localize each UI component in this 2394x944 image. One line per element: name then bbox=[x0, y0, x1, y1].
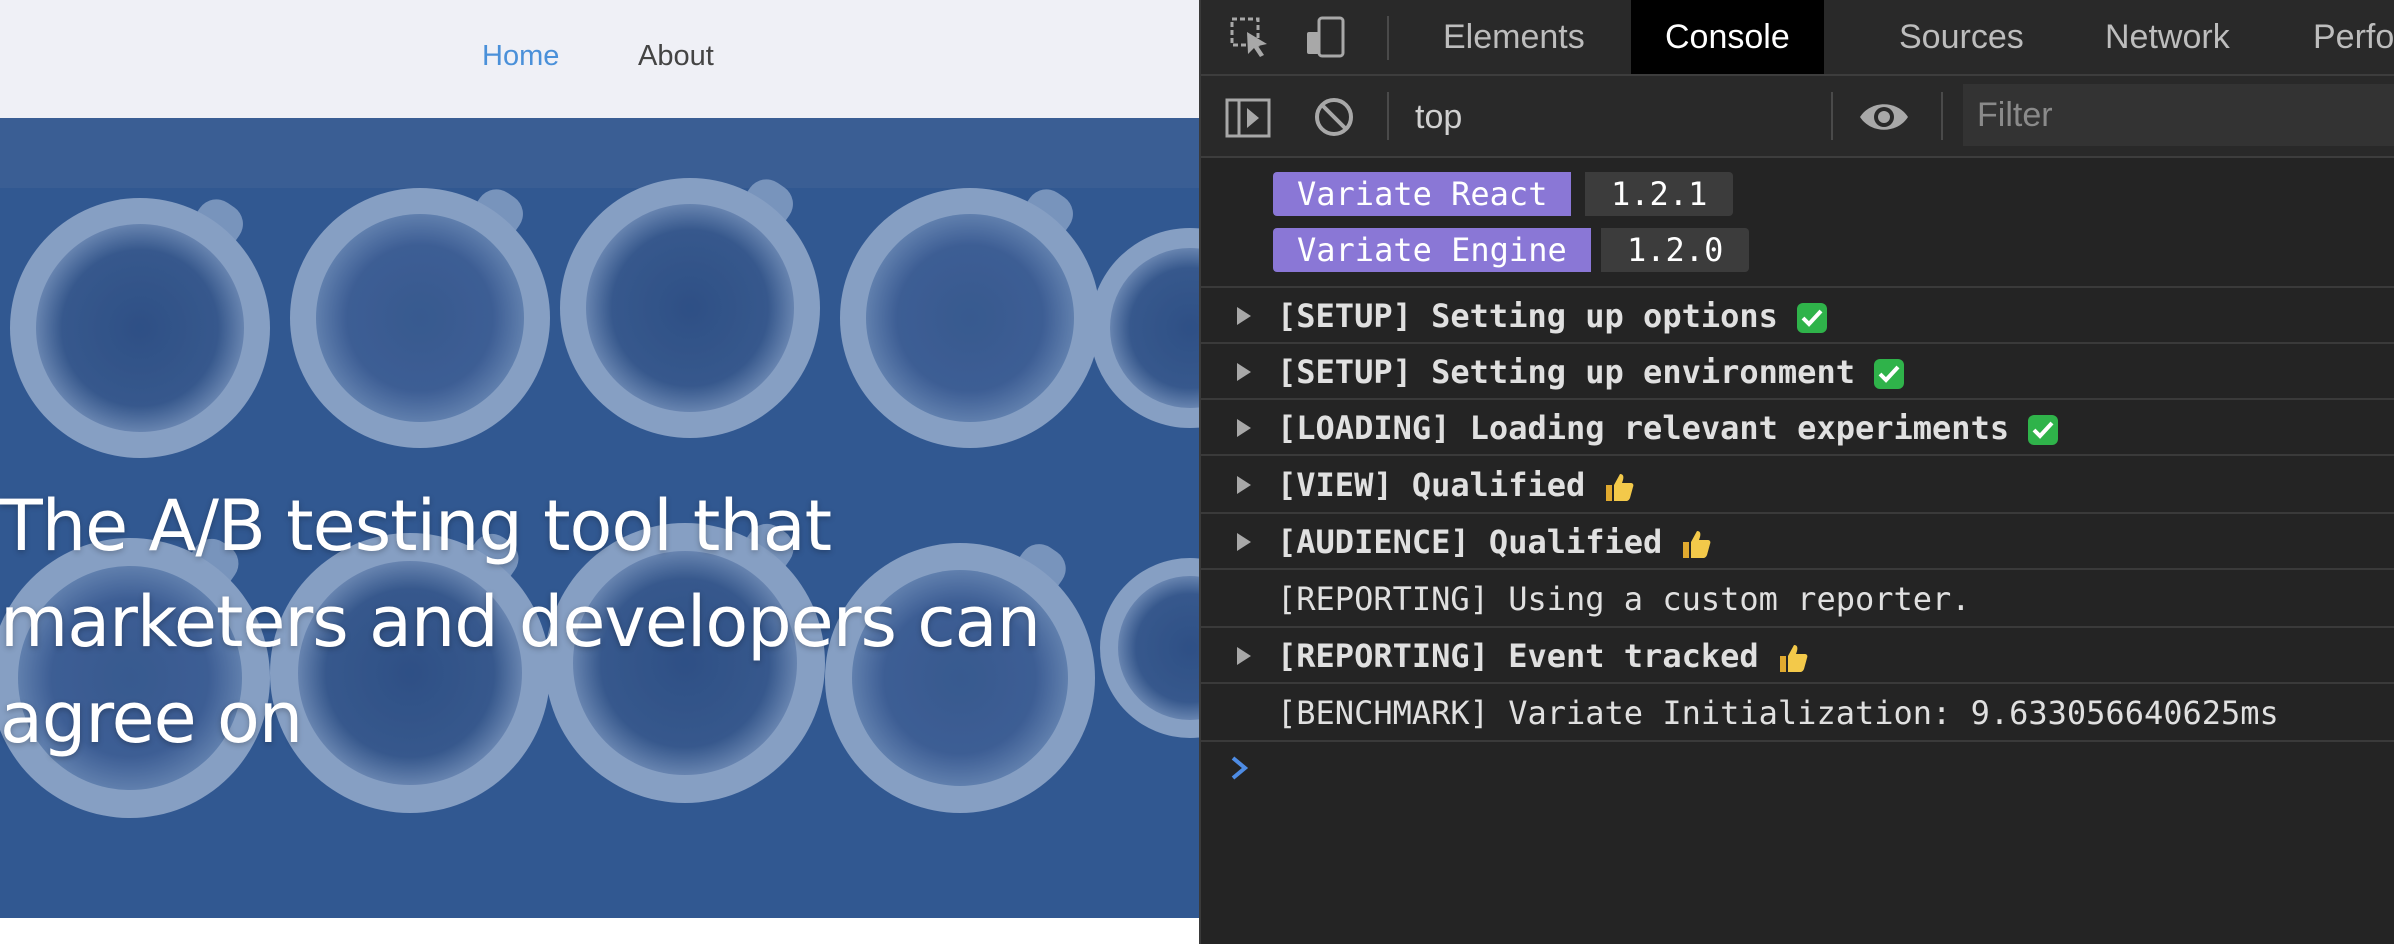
log-message: [SETUP] Setting up options bbox=[1277, 294, 1828, 338]
execution-context-value: top bbox=[1415, 98, 1463, 136]
check-mark-icon bbox=[1796, 303, 1827, 333]
log-message: [LOADING] Loading relevant experiments bbox=[1277, 406, 2059, 450]
website-viewport: Home About The A/B testing tool that mar… bbox=[0, 0, 1199, 944]
hero-heading-line-1: The A/B testing tool that bbox=[0, 485, 832, 567]
devtools-panel: Elements Console Sources Network Perform… bbox=[1199, 0, 2394, 944]
site-nav-bar: Home About bbox=[0, 0, 1199, 118]
console-toolbar: top ▼ bbox=[1201, 76, 2394, 158]
expand-arrow-icon[interactable] bbox=[1237, 533, 1251, 551]
execution-context-select[interactable]: top ▼ bbox=[1403, 86, 2015, 148]
console-filter-input[interactable] bbox=[1963, 84, 2394, 146]
show-console-sidebar-icon[interactable] bbox=[1225, 98, 1271, 138]
tab-elements[interactable]: Elements bbox=[1409, 0, 1619, 74]
log-message: [BENCHMARK] Variate Initialization: 9.63… bbox=[1277, 694, 2279, 732]
check-mark-icon bbox=[2028, 415, 2059, 445]
devtools-tab-bar: Elements Console Sources Network Perform bbox=[1201, 0, 2394, 76]
expand-arrow-icon[interactable] bbox=[1237, 363, 1251, 381]
console-prompt-icon[interactable] bbox=[1227, 752, 1253, 784]
live-expression-eye-icon[interactable] bbox=[1857, 94, 1911, 140]
hero-heading: The A/B testing tool that marketers and … bbox=[0, 478, 1130, 766]
log-message: [VIEW] Qualified bbox=[1277, 463, 1635, 507]
log-row: [REPORTING] Using a custom reporter. bbox=[1201, 570, 2394, 628]
hero-heading-line-3: agree on bbox=[0, 677, 303, 759]
hero-heading-line-2: marketers and developers can bbox=[0, 581, 1041, 663]
expand-arrow-icon[interactable] bbox=[1237, 647, 1251, 665]
tab-console[interactable]: Console bbox=[1631, 0, 1824, 74]
thumbs-up-icon bbox=[1779, 645, 1808, 672]
device-toolbar-icon[interactable] bbox=[1305, 16, 1347, 58]
tab-performance[interactable]: Perform bbox=[2279, 0, 2394, 74]
expand-arrow-icon[interactable] bbox=[1237, 307, 1251, 325]
toolbar-separator bbox=[1387, 92, 1389, 140]
nav-link-about[interactable]: About bbox=[638, 36, 714, 76]
badge-package-version: 1.2.0 bbox=[1601, 228, 1750, 272]
log-row-expandable[interactable]: [SETUP] Setting up environment bbox=[1201, 344, 2394, 400]
toolbar-separator bbox=[1831, 92, 1833, 140]
log-message: [REPORTING] Event tracked bbox=[1277, 634, 1809, 678]
log-row-expandable[interactable]: [LOADING] Loading relevant experiments bbox=[1201, 400, 2394, 456]
badge-package-name: Variate Engine bbox=[1273, 228, 1591, 272]
toolbar-separator bbox=[1941, 92, 1943, 140]
inspect-element-icon[interactable] bbox=[1229, 16, 1271, 58]
badge-package-version: 1.2.1 bbox=[1585, 172, 1734, 216]
log-row-expandable[interactable]: [AUDIENCE] Qualified bbox=[1201, 514, 2394, 570]
tab-sources[interactable]: Sources bbox=[1865, 0, 2058, 74]
check-mark-icon bbox=[1873, 359, 1904, 389]
log-badge-row: Variate Engine 1.2.0 bbox=[1201, 220, 2394, 288]
badge-package-name: Variate React bbox=[1273, 172, 1572, 216]
clear-console-icon[interactable] bbox=[1313, 96, 1355, 138]
log-row-expandable[interactable]: [SETUP] Setting up options bbox=[1201, 288, 2394, 344]
log-row: [BENCHMARK] Variate Initialization: 9.63… bbox=[1201, 684, 2394, 742]
expand-arrow-icon[interactable] bbox=[1237, 476, 1251, 494]
tab-bar-separator bbox=[1387, 16, 1389, 60]
log-message: [SETUP] Setting up environment bbox=[1277, 350, 1905, 394]
log-badge-row: Variate React 1.2.1 bbox=[1201, 158, 2394, 220]
log-message: [AUDIENCE] Qualified bbox=[1277, 520, 1712, 564]
thumbs-up-icon bbox=[1683, 531, 1711, 558]
nav-link-home[interactable]: Home bbox=[482, 36, 559, 76]
expand-arrow-icon[interactable] bbox=[1237, 419, 1251, 437]
log-row-expandable[interactable]: [REPORTING] Event tracked bbox=[1201, 628, 2394, 684]
log-row-expandable[interactable]: [VIEW] Qualified bbox=[1201, 456, 2394, 514]
tab-network[interactable]: Network bbox=[2071, 0, 2264, 74]
console-output: Variate React 1.2.1 Variate Engine 1.2.0… bbox=[1201, 158, 2394, 944]
hero-section: The A/B testing tool that marketers and … bbox=[0, 118, 1199, 918]
log-message: [REPORTING] Using a custom reporter. bbox=[1277, 580, 1971, 618]
thumbs-up-icon bbox=[1606, 474, 1634, 501]
